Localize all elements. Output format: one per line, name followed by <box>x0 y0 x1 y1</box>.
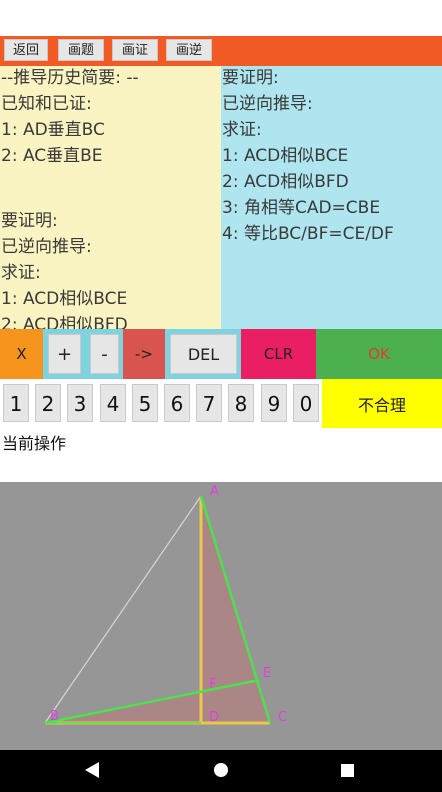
arrow-key[interactable]: -> <box>123 329 165 379</box>
digit-key-3[interactable]: 3 <box>67 384 93 422</box>
draw-reverse-button[interactable]: 画逆 <box>166 39 212 61</box>
digit-key-row: 1 2 3 4 5 6 7 8 9 0 不合理 <box>0 379 442 429</box>
recents-square-icon[interactable] <box>341 764 354 777</box>
clear-key[interactable]: CLR <box>241 329 316 379</box>
back-button[interactable]: 返回 <box>4 39 48 61</box>
prove-line: 1: ACD相似BCE <box>222 146 349 166</box>
draw-proof-button[interactable]: 画证 <box>112 39 158 61</box>
history-line: --推导历史简要: -- <box>1 68 139 88</box>
digit-key-4[interactable]: 4 <box>100 384 126 422</box>
operator-key-row: X + - -> DEL CLR OK <box>0 329 442 379</box>
point-label-e: E <box>263 666 272 681</box>
geometry-diagram <box>44 495 272 725</box>
derivation-history-panel[interactable]: --推导历史简要: -- 已知和已证: 1: AD垂直BC 2: AC垂直BE … <box>0 66 221 329</box>
toolbar: 返回 画题 画证 画逆 <box>0 36 442 66</box>
prove-line: 要证明: <box>222 68 279 88</box>
prove-line: 3: 角相等CAD=CBE <box>222 198 381 218</box>
history-line: 已知和已证: <box>1 94 92 114</box>
digit-key-2[interactable]: 2 <box>35 384 61 422</box>
back-triangle-icon[interactable] <box>85 762 99 778</box>
digit-key-5[interactable]: 5 <box>132 384 158 422</box>
prove-line: 已逆向推导: <box>222 94 313 114</box>
digit-key-0[interactable]: 0 <box>293 384 319 422</box>
history-line: 2: AC垂直BE <box>1 146 103 166</box>
minus-key[interactable]: - <box>90 334 119 374</box>
plus-key[interactable]: + <box>48 334 81 374</box>
history-line: 求证: <box>1 263 41 283</box>
point-label-f: F <box>209 677 217 692</box>
point-label-d: D <box>209 710 220 725</box>
digit-key-7[interactable]: 7 <box>196 384 222 422</box>
geometry-canvas[interactable]: A B C D E F <box>0 482 442 750</box>
ok-key[interactable]: OK <box>316 329 442 379</box>
prove-line: 2: ACD相似BFD <box>222 172 349 192</box>
prove-line: 求证: <box>222 120 262 140</box>
history-line: 已逆向推导: <box>1 237 92 257</box>
point-label-a: A <box>210 484 219 499</box>
segment-ab <box>44 495 202 724</box>
digit-key-1[interactable]: 1 <box>3 384 29 422</box>
history-line: 1: AD垂直BC <box>1 120 105 140</box>
digit-key-9[interactable]: 9 <box>261 384 287 422</box>
x-key[interactable]: X <box>0 329 43 379</box>
point-label-c: C <box>278 710 288 725</box>
system-navigation-bar <box>0 750 442 792</box>
prove-line: 4: 等比BC/BF=CE/DF <box>222 224 394 244</box>
unreasonable-button[interactable]: 不合理 <box>322 379 442 428</box>
current-operation-label: 当前操作 <box>2 434 67 453</box>
draw-problem-button[interactable]: 画题 <box>58 39 104 61</box>
history-line: 2: ACD相似BFD <box>1 315 128 329</box>
history-line: 要证明: <box>1 211 58 231</box>
to-prove-panel[interactable]: 要证明: 已逆向推导: 求证: 1: ACD相似BCE 2: ACD相似BFD … <box>221 66 442 329</box>
digit-key-6[interactable]: 6 <box>164 384 190 422</box>
point-label-b: B <box>50 709 59 724</box>
history-line: 1: ACD相似BCE <box>1 289 128 309</box>
delete-key[interactable]: DEL <box>170 334 237 374</box>
home-circle-icon[interactable] <box>214 763 228 777</box>
digit-key-8[interactable]: 8 <box>228 384 254 422</box>
